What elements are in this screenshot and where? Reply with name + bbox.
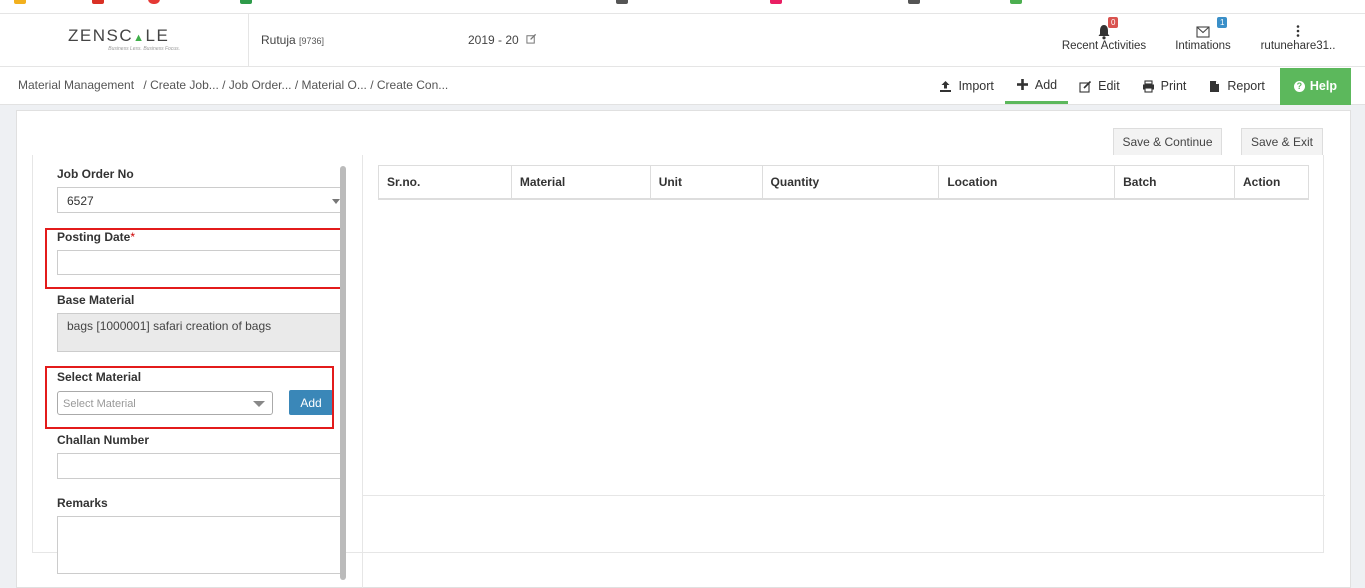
more-vertical-icon — [1259, 22, 1337, 40]
remarks-textarea[interactable] — [57, 516, 346, 574]
breadcrumb-bar: Material Management / Create Job... / Jo… — [0, 67, 1365, 105]
plus-icon — [1016, 79, 1028, 90]
logo-text: ZENSC — [68, 26, 134, 45]
divider — [248, 14, 249, 67]
table-header-row: Sr.no. Material Unit Quantity Location B… — [378, 165, 1310, 200]
add-label: Add — [1034, 77, 1058, 92]
printer-icon — [1142, 79, 1154, 93]
bookmark-bar — [0, 0, 1365, 14]
help-label: Help — [1309, 79, 1337, 93]
breadcrumb: Material Management / Create Job... / Jo… — [18, 78, 448, 92]
recent-activities-label: Recent Activities — [1061, 40, 1147, 52]
bookmark-icon[interactable] — [92, 0, 104, 4]
breadcrumb-root[interactable]: Material Management — [18, 78, 134, 92]
save-continue-button[interactable]: Save & Continue — [1113, 128, 1222, 155]
upload-icon — [940, 80, 952, 92]
column-header-batch[interactable]: Batch — [1114, 165, 1235, 200]
column-header-location[interactable]: Location — [938, 165, 1116, 200]
intimations-label: Intimations — [1175, 40, 1231, 52]
bookmark-icon[interactable] — [770, 0, 782, 4]
activity-count-badge: 0 — [1108, 17, 1119, 28]
logo-accent: ▲ — [133, 32, 146, 44]
base-material-label: Base Material — [57, 293, 135, 307]
highlight-box-posting-date — [45, 228, 342, 289]
financial-year[interactable]: 2019 - 20 — [468, 33, 537, 47]
report-label: Report — [1227, 79, 1265, 93]
challan-number-label: Challan Number — [57, 433, 150, 447]
challan-number-input[interactable] — [57, 453, 346, 479]
table-footer-divider — [363, 495, 1325, 496]
edit-label: Edit — [1098, 79, 1120, 93]
bookmark-icon[interactable] — [148, 0, 160, 4]
column-header-quantity[interactable]: Quantity — [761, 165, 940, 200]
edit-button[interactable]: Edit — [1068, 69, 1131, 104]
bookmark-icon[interactable] — [616, 0, 628, 4]
job-order-no-select[interactable]: 6527 — [57, 187, 346, 213]
file-icon — [1210, 80, 1220, 92]
year-label: 2019 - 20 — [468, 33, 519, 47]
bell-icon: 0 — [1061, 17, 1147, 40]
breadcrumb-item[interactable]: / Material O... — [295, 78, 367, 92]
help-button[interactable]: ? Help — [1279, 67, 1351, 105]
logo-tagline: Business Less. Business Focus. — [108, 46, 180, 52]
app-header: ZENSC▲LE Business Less. Business Focus. … — [0, 14, 1365, 67]
intimation-count-badge: 1 — [1217, 17, 1228, 28]
column-header-material[interactable]: Material — [510, 165, 651, 200]
breadcrumb-item[interactable]: / Job Order... — [222, 78, 291, 92]
job-order-no-value: 6527 — [67, 194, 94, 208]
recent-activities-button[interactable]: 0 Recent Activities — [1061, 17, 1147, 52]
add-tab-button[interactable]: Add — [1004, 69, 1069, 104]
import-label: Import — [958, 79, 994, 93]
base-material-field: bags [1000001] safari creation of bags — [57, 313, 346, 352]
bookmark-icon[interactable] — [14, 0, 26, 4]
chevron-down-icon — [332, 199, 340, 204]
column-header-unit[interactable]: Unit — [649, 165, 763, 200]
materials-table: Sr.no. Material Unit Quantity Location B… — [378, 165, 1310, 200]
base-material-value: bags [1000001] safari creation of bags — [67, 319, 272, 333]
bookmark-icon[interactable] — [240, 0, 252, 4]
edit-icon[interactable] — [526, 33, 537, 47]
print-label: Print — [1160, 79, 1187, 93]
highlight-box-select-material — [45, 366, 334, 429]
intimations-button[interactable]: 1 Intimations — [1172, 17, 1234, 52]
bookmark-icon[interactable] — [1010, 0, 1022, 4]
column-header-srno[interactable]: Sr.no. — [378, 165, 512, 200]
job-order-no-label: Job Order No — [57, 167, 134, 181]
remarks-label: Remarks — [57, 496, 108, 510]
profile-label: rutunehare31.. — [1260, 40, 1336, 52]
form-container — [32, 155, 1324, 553]
form-scrollbar[interactable] — [340, 166, 346, 580]
edit-icon — [1079, 80, 1092, 93]
logo-text-end: LE — [145, 26, 170, 45]
user-info: Rutuja [9736] — [261, 33, 324, 47]
logo[interactable]: ZENSC▲LE Business Less. Business Focus. — [68, 26, 186, 52]
print-button[interactable]: Print — [1131, 69, 1198, 104]
user-id: [9736] — [299, 36, 325, 46]
toolbar: Import Add Edit Print Report ? Help — [928, 67, 1351, 105]
profile-menu[interactable]: rutunehare31.. — [1259, 22, 1337, 52]
bookmark-icon[interactable] — [908, 0, 920, 4]
breadcrumb-item[interactable]: / Create Job... — [143, 78, 218, 92]
column-divider — [362, 155, 363, 588]
question-icon: ? — [1293, 80, 1305, 92]
breadcrumb-item[interactable]: / Create Con... — [370, 78, 448, 92]
save-exit-button[interactable]: Save & Exit — [1241, 128, 1323, 155]
user-name: Rutuja — [261, 33, 296, 47]
envelope-icon: 1 — [1172, 17, 1234, 40]
report-button[interactable]: Report — [1197, 69, 1276, 104]
import-button[interactable]: Import — [928, 69, 1004, 104]
column-header-action[interactable]: Action — [1233, 165, 1310, 200]
